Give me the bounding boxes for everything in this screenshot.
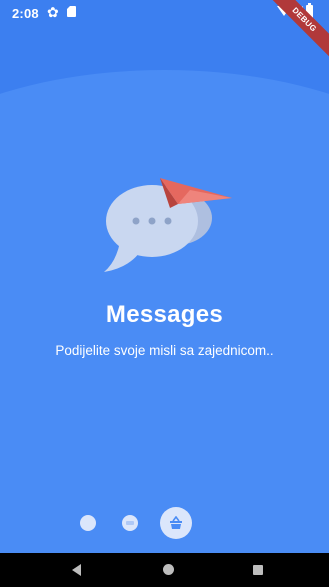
sd-card-icon xyxy=(67,6,76,17)
page-dot-2[interactable] xyxy=(122,515,138,531)
recents-icon[interactable] xyxy=(253,565,263,575)
back-icon[interactable] xyxy=(72,564,81,576)
page-title: Messages xyxy=(105,301,224,328)
page-subtitle: Podijelite svoje misli sa zajednicom.. xyxy=(55,343,274,358)
status-time: 2:08 xyxy=(12,6,39,21)
navigation-bar xyxy=(0,553,329,587)
basket-icon xyxy=(170,516,182,529)
chat-bubble-icon xyxy=(104,178,232,272)
page-dot-1[interactable] xyxy=(80,515,96,531)
home-icon[interactable] xyxy=(163,564,174,575)
messages-illustration xyxy=(100,158,238,280)
gear-icon: ✿ xyxy=(47,4,59,20)
dot-glyph-icon xyxy=(126,521,134,525)
header-curve xyxy=(0,70,329,140)
page-dot-3-active[interactable] xyxy=(160,507,192,539)
